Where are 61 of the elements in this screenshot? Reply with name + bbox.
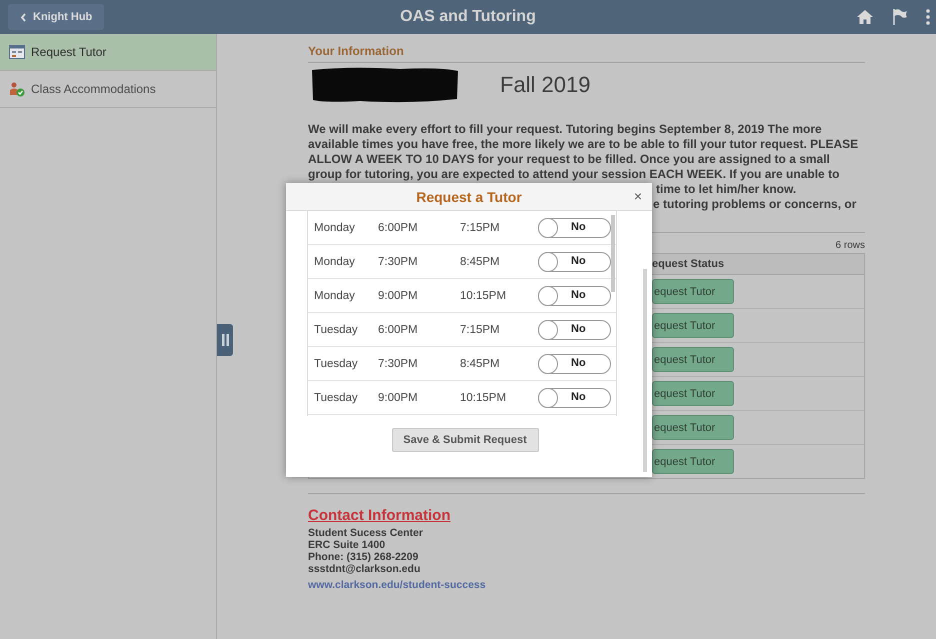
submit-button[interactable]: Save & Submit Request	[392, 428, 538, 452]
start-time: 6:00PM	[378, 324, 419, 336]
form-icon	[9, 45, 25, 59]
chevron-left-icon	[20, 12, 27, 22]
contact-heading[interactable]: Contact Information	[308, 507, 450, 524]
toggle-switch[interactable]: No	[538, 218, 611, 238]
day-text: Tuesday	[313, 358, 359, 370]
term-label: Fall 2019	[500, 72, 591, 98]
scrollbar[interactable]	[611, 215, 615, 292]
contact-line: ssstdnt@clarkson.edu	[308, 563, 422, 575]
sidebar-item[interactable]: Request Tutor	[0, 34, 216, 71]
request-tutor-button[interactable]: equest Tutor	[652, 279, 734, 304]
sidebar-label: Request Tutor	[31, 45, 106, 59]
home-icon[interactable]	[856, 9, 874, 25]
day-text: Monday	[313, 222, 356, 234]
end-time: 7:15PM	[460, 324, 501, 336]
toggle-switch[interactable]: No	[538, 286, 611, 306]
toggle-switch[interactable]: No	[538, 388, 611, 408]
request-tutor-button[interactable]: equest Tutor	[652, 415, 734, 440]
back-button[interactable]: Knight Hub	[8, 4, 104, 30]
dialog-title: Request a Tutor	[416, 188, 522, 204]
section-title: Your Information	[308, 44, 405, 58]
end-time: 10:15PM	[460, 392, 508, 404]
request-tutor-button[interactable]: equest Tutor	[652, 381, 734, 406]
start-time: 7:30PM	[378, 358, 419, 370]
request-tutor-button[interactable]: equest Tutor	[652, 347, 734, 372]
sidebar-label: Class Accommodations	[31, 82, 156, 96]
column-header: equest Status	[652, 257, 724, 272]
intro-paragraph-fragment: e tutoring problems or concerns, or	[653, 197, 856, 212]
day-text: Tuesday	[313, 324, 359, 336]
row-count: 6 rows	[834, 240, 865, 251]
request-tutor-button[interactable]: equest Tutor	[652, 313, 734, 338]
start-time: 7:30PM	[378, 256, 419, 268]
intro-paragraph-fragment: time to let him/her know.	[656, 182, 796, 197]
contact-line: ERC Suite 1400	[308, 539, 386, 551]
start-time: 6:00PM	[378, 222, 419, 234]
scrollbar[interactable]	[643, 269, 647, 472]
end-time: 10:15PM	[460, 290, 508, 302]
end-time: 8:45PM	[460, 358, 501, 370]
end-time: 8:45PM	[460, 256, 501, 268]
day-text: Tuesday	[313, 392, 359, 404]
end-time: 7:15PM	[460, 222, 501, 234]
person-check-icon	[9, 82, 25, 96]
day-text: Monday	[313, 290, 356, 302]
sidebar-item[interactable]: Class Accommodations	[0, 71, 216, 108]
request-tutor-button[interactable]: equest Tutor	[652, 449, 734, 474]
start-time: 9:00PM	[378, 290, 419, 302]
start-time: 9:00PM	[378, 392, 419, 404]
flag-icon[interactable]	[892, 8, 908, 26]
day-text: Monday	[313, 256, 356, 268]
toggle-switch[interactable]: No	[538, 320, 611, 340]
collapse-handle[interactable]	[217, 324, 233, 356]
contact-line: Phone: (315) 268-2209	[308, 551, 420, 563]
page-title: OAS and Tutoring	[400, 8, 536, 26]
close-button[interactable]: ×	[632, 188, 644, 204]
contact-line: Student Sucess Center	[308, 527, 424, 539]
pause-icon	[222, 334, 228, 346]
toggle-switch[interactable]: No	[538, 252, 611, 272]
more-options-icon[interactable]	[926, 8, 930, 26]
toggle-switch[interactable]: No	[538, 354, 611, 374]
website-link[interactable]: www.clarkson.edu/student-success	[308, 579, 486, 591]
